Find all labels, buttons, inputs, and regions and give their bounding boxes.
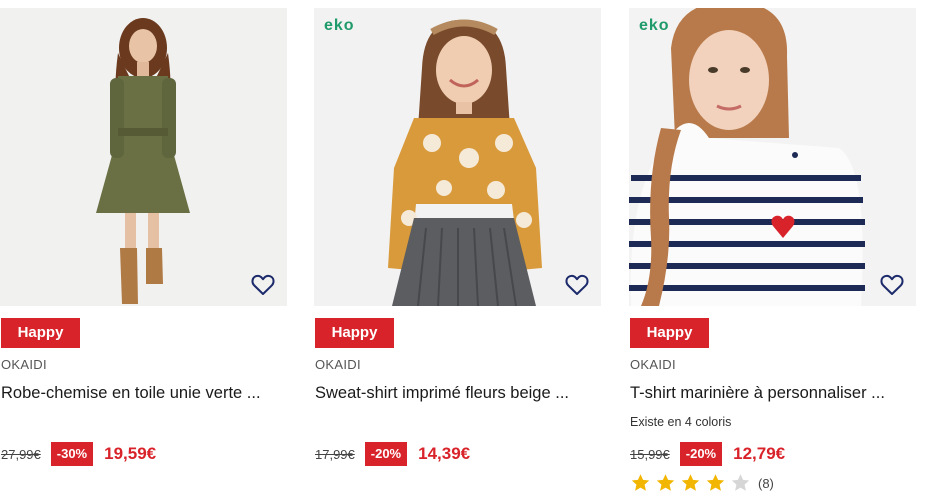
price-row: 15,99€ -20% 12,79€ bbox=[630, 442, 785, 466]
eko-label: eko bbox=[324, 17, 355, 34]
old-price: 27,99€ bbox=[1, 446, 41, 462]
product-title[interactable]: Sweat-shirt imprimé fleurs beige ... bbox=[315, 384, 600, 403]
star-icon bbox=[631, 474, 650, 491]
product-brand: OKAIDI bbox=[630, 357, 676, 372]
current-price: 19,59€ bbox=[104, 444, 157, 463]
star-icon bbox=[656, 474, 675, 491]
heart-outline-icon[interactable] bbox=[251, 274, 275, 296]
product-title[interactable]: T-shirt marinière à personnaliser ... bbox=[630, 384, 915, 403]
discount-badge: -30% bbox=[50, 442, 94, 466]
review-count[interactable]: (8) bbox=[758, 476, 774, 491]
product-image[interactable] bbox=[0, 8, 287, 306]
price-row: 27,99€ -30% 19,59€ bbox=[1, 442, 156, 466]
old-price: 15,99€ bbox=[630, 446, 670, 462]
product-photo-sweatshirt bbox=[314, 8, 601, 306]
color-count: Existe en 4 coloris bbox=[630, 415, 732, 429]
happy-badge: Happy bbox=[315, 318, 394, 348]
happy-badge: Happy bbox=[630, 318, 709, 348]
star-icon bbox=[731, 474, 750, 491]
product-image[interactable]: eko bbox=[629, 8, 916, 306]
current-price: 14,39€ bbox=[418, 444, 471, 463]
discount-badge: -20% bbox=[364, 442, 408, 466]
current-price: 12,79€ bbox=[733, 444, 786, 463]
product-brand: OKAIDI bbox=[1, 357, 47, 372]
product-card[interactable]: Happy OKAIDI Robe-chemise en toile unie … bbox=[0, 0, 290, 497]
price-row: 17,99€ -20% 14,39€ bbox=[315, 442, 470, 466]
product-photo-tshirt bbox=[629, 8, 916, 306]
happy-badge: Happy bbox=[1, 318, 80, 348]
product-card[interactable]: eko Happy OKAIDI T-shirt marinière à per… bbox=[629, 0, 919, 497]
product-image[interactable]: eko bbox=[314, 8, 601, 306]
heart-outline-icon[interactable] bbox=[880, 274, 904, 296]
product-photo-dress bbox=[0, 8, 287, 306]
heart-outline-icon[interactable] bbox=[565, 274, 589, 296]
star-icon bbox=[681, 474, 700, 491]
star-icon bbox=[706, 474, 725, 491]
product-title[interactable]: Robe-chemise en toile unie verte ... bbox=[1, 384, 286, 403]
stars-container bbox=[630, 473, 755, 493]
star-rating[interactable]: (8) bbox=[630, 473, 774, 493]
product-brand: OKAIDI bbox=[315, 357, 361, 372]
product-card[interactable]: eko Happy OKAIDI Sweat-shirt imprimé fle… bbox=[314, 0, 604, 497]
discount-badge: -20% bbox=[679, 442, 723, 466]
eko-label: eko bbox=[639, 17, 670, 34]
old-price: 17,99€ bbox=[315, 446, 355, 462]
